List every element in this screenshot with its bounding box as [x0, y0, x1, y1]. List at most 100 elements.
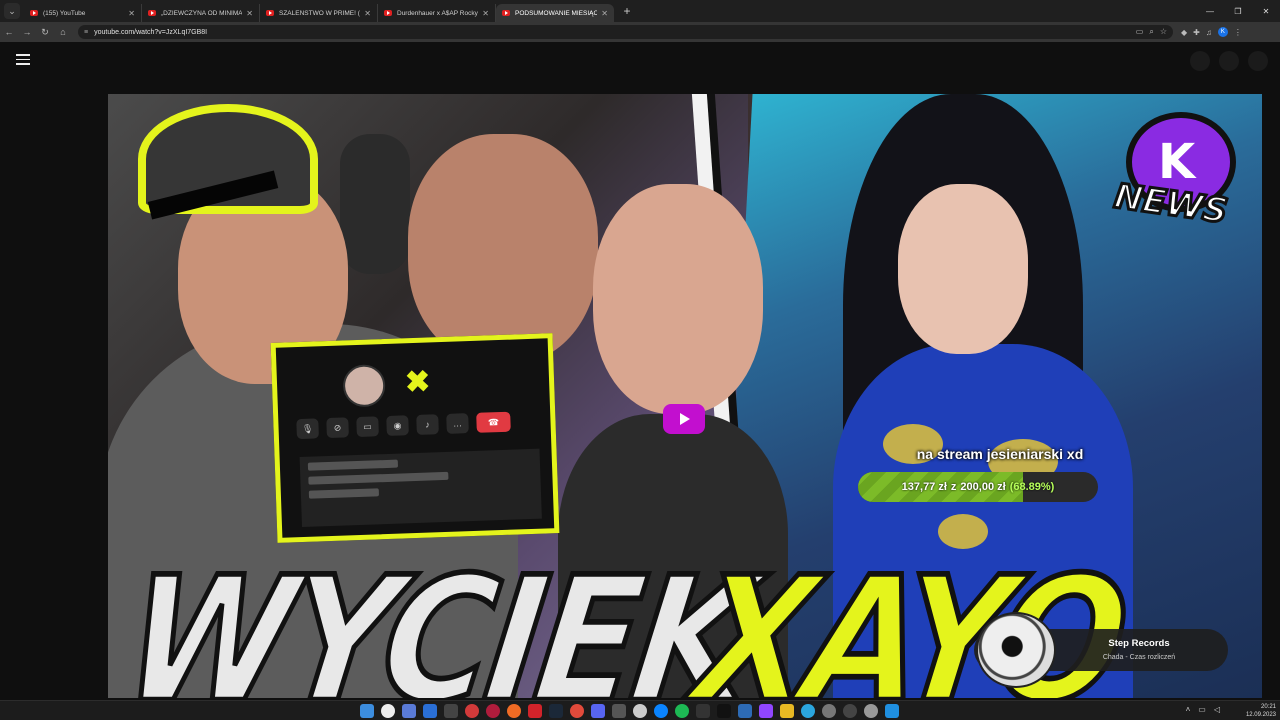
youtube-favicon-icon: [148, 10, 156, 16]
donation-separator: z: [950, 481, 957, 493]
tab-close-icon[interactable]: ✕: [128, 9, 135, 18]
clock-time: 20:21: [1260, 704, 1276, 710]
extensions-puzzle-icon[interactable]: ✚: [1193, 28, 1200, 37]
youtube-favicon-icon: [384, 10, 392, 16]
screen: ⌄ (155) YouTube ✕ „DZIEWCZYNA OD MINIMAL…: [0, 0, 1280, 720]
photoshop-icon[interactable]: [738, 704, 752, 718]
clock-date: 12.09.2023: [1245, 712, 1276, 718]
tab-video-4[interactable]: Durdenhauer x A$AP Rocky fea ✕: [378, 4, 496, 22]
tab-video-2[interactable]: „DZIEWCZYNA OD MINIMALIZ ✕: [142, 4, 260, 22]
app-icon[interactable]: [885, 704, 899, 718]
play-button-icon[interactable]: [663, 404, 705, 434]
bookmark-star-icon[interactable]: ☆: [1160, 27, 1167, 37]
create-icon[interactable]: [1190, 51, 1210, 71]
tab-video-active[interactable]: PODSUMOWANIE MIESIĄCA! X ✕: [496, 4, 614, 22]
zoom-icon[interactable]: ⌕: [1149, 27, 1153, 37]
donation-progress-text: 137,77 zł z 200,00 zł (68.89%): [858, 472, 1098, 502]
start-icon[interactable]: [360, 704, 374, 718]
video-thumbnail[interactable]: ✖ 🎙 ⊘ ▭ ◉ ♪ … ☎ K NEWS WYCIEK XAYO: [108, 94, 1262, 698]
tab-close-icon[interactable]: ✕: [246, 9, 253, 18]
donation-raised: 137,77 zł: [901, 481, 947, 493]
close-window-icon[interactable]: ✕: [1252, 0, 1280, 22]
app-icon[interactable]: [822, 704, 836, 718]
cast-icon[interactable]: ▭: [1136, 27, 1144, 37]
reload-icon[interactable]: ↻: [36, 23, 54, 41]
camera-off-icon: ⊘: [326, 417, 349, 439]
tab-title: (155) YouTube: [43, 9, 86, 17]
opera-icon[interactable]: [486, 704, 500, 718]
steam-icon[interactable]: [549, 704, 563, 718]
address-url[interactable]: youtube.com/watch?v=JzXLqI7GB8I: [94, 29, 1136, 36]
x-logo-icon: ✖: [404, 365, 431, 400]
microphone-icon: 🎙: [296, 418, 319, 440]
tab-title: SZALEŃSTWO W PRIME! (DEM: [279, 9, 360, 17]
youtube-favicon-icon: [266, 10, 274, 16]
notifications-icon[interactable]: [1219, 51, 1239, 71]
home-icon[interactable]: ⌂: [54, 23, 72, 41]
back-arrow-icon[interactable]: ←: [0, 23, 18, 41]
taskbar-apps: [360, 704, 899, 718]
address-bar[interactable]: ≡ youtube.com/watch?v=JzXLqI7GB8I ▭ ⌕ ☆: [78, 25, 1173, 39]
tab-close-icon[interactable]: ✕: [482, 9, 489, 18]
cosplayer-face: [898, 184, 1028, 354]
person-glasses: [408, 134, 598, 364]
caller-avatar: [342, 364, 386, 408]
youtube-favicon-icon: [30, 10, 38, 16]
browser-menu-icon[interactable]: ⋮: [1234, 28, 1242, 37]
donation-target: 200,00 zł: [960, 481, 1006, 493]
obs-icon[interactable]: [843, 704, 857, 718]
account-avatar[interactable]: [1248, 51, 1268, 71]
tab-search-icon[interactable]: ⌄: [4, 3, 20, 19]
profile-avatar[interactable]: K: [1217, 27, 1228, 37]
app-icon[interactable]: [423, 704, 437, 718]
forward-arrow-icon[interactable]: →: [18, 23, 36, 41]
headline-word-right: XAYO: [681, 538, 1136, 698]
twitch-icon[interactable]: [759, 704, 773, 718]
windows-taskbar: ˄ ▭ ◁ 20:21 12.09.2023: [0, 700, 1280, 720]
app-icon[interactable]: [717, 704, 731, 718]
tray-chevron-icon[interactable]: ˄: [1186, 705, 1191, 714]
restore-icon[interactable]: ❐: [1224, 0, 1252, 22]
new-tab-button[interactable]: +: [618, 2, 636, 20]
vinyl-disc-icon: [976, 612, 1056, 688]
tab-video-3[interactable]: SZALEŃSTWO W PRIME! (DEM ✕: [260, 4, 378, 22]
person-woman-face: [593, 184, 763, 414]
settings-icon[interactable]: [864, 704, 878, 718]
guide-menu-icon[interactable]: [16, 54, 30, 66]
app-icon[interactable]: [780, 704, 794, 718]
screen-share-icon: ▭: [356, 416, 379, 438]
taskbar-clock[interactable]: 20:21 12.09.2023: [1246, 703, 1276, 719]
discord-icon[interactable]: [591, 704, 605, 718]
hang-up-icon: ☎: [476, 411, 511, 433]
tab-close-icon[interactable]: ✕: [601, 9, 608, 18]
tab-youtube-home[interactable]: (155) YouTube ✕: [24, 4, 142, 22]
minimize-icon[interactable]: —: [1196, 0, 1224, 22]
site-info-icon[interactable]: ≡: [84, 29, 88, 36]
app-icon[interactable]: [696, 704, 710, 718]
header-actions: [1190, 51, 1268, 71]
chrome-icon[interactable]: [465, 704, 479, 718]
spotify-icon[interactable]: [675, 704, 689, 718]
network-icon[interactable]: ▭: [1198, 705, 1206, 714]
app-icon[interactable]: [444, 704, 458, 718]
app-icon[interactable]: [402, 704, 416, 718]
firefox-icon[interactable]: [507, 704, 521, 718]
app-icon[interactable]: [528, 704, 542, 718]
tab-close-icon[interactable]: ✕: [364, 9, 371, 18]
app-icon[interactable]: [633, 704, 647, 718]
donation-percent: (68.89%): [1009, 481, 1055, 493]
window-controls: — ❐ ✕: [1196, 0, 1280, 22]
messenger-icon[interactable]: [654, 704, 668, 718]
browser-tab-strip: ⌄ (155) YouTube ✕ „DZIEWCZYNA OD MINIMAL…: [0, 0, 1280, 22]
app-icon[interactable]: [612, 704, 626, 718]
news-logo-mark: K: [1158, 134, 1196, 190]
donation-progress-bar: 137,77 zł z 200,00 zł (68.89%): [858, 472, 1098, 502]
extension-icon[interactable]: ◆: [1181, 28, 1187, 37]
app-icon[interactable]: [570, 704, 584, 718]
search-icon[interactable]: [381, 704, 395, 718]
headphones-shape: [340, 134, 410, 274]
media-control-icon[interactable]: ♫: [1206, 28, 1212, 37]
volume-icon[interactable]: ◁: [1214, 705, 1220, 714]
app-icon[interactable]: [801, 704, 815, 718]
tab-title: PODSUMOWANIE MIESIĄCA! X: [515, 9, 598, 17]
